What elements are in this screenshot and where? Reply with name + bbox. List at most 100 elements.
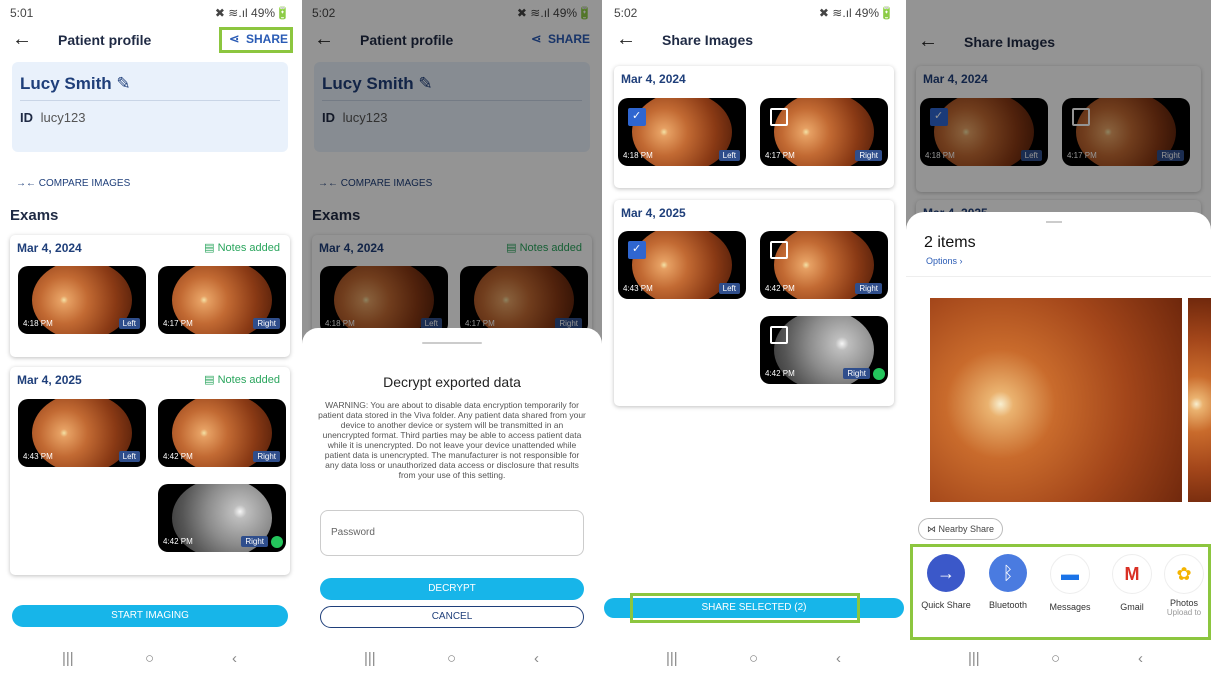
eye-label: Left <box>718 150 740 161</box>
status-icons: ✖ ≋.ıl 49%🔋 <box>214 6 290 20</box>
share-sheet: 2 items Options › ⋈ Nearby Share → Quick… <box>906 212 1211 676</box>
fundus-thumbnail[interactable]: 4:17 PM Right <box>158 266 286 334</box>
compare-arrows-icon: →← <box>16 178 36 189</box>
exam-card: Mar 4, 2024 ▤ Notes added 4:18 PM Left 4… <box>10 235 290 357</box>
status-time: 5:01 <box>10 6 34 20</box>
status-dot-icon <box>873 368 885 380</box>
share-button[interactable]: ⋖ SHARE <box>229 31 288 47</box>
patient-card: Lucy Smith ✎ ID lucy123 <box>12 62 288 152</box>
back-nav-icon[interactable]: ‹ <box>836 650 841 667</box>
status-icons: ✖ ≋.ıl 49%🔋 <box>818 6 894 20</box>
exams-heading: Exams <box>10 207 59 224</box>
image-time: 4:42 PM <box>163 452 193 461</box>
patient-name: Lucy Smith ✎ <box>20 74 131 94</box>
page-title: Patient profile <box>58 32 152 48</box>
notes-added-badge[interactable]: ▤ Notes added <box>204 373 280 386</box>
decrypt-bottom-sheet: Decrypt exported data WARNING: You are a… <box>302 328 602 676</box>
share-preview-image <box>1188 298 1211 502</box>
share-preview-image <box>930 298 1182 502</box>
messages-target[interactable]: ▬ Messages <box>1038 548 1102 612</box>
exam-date: Mar 4, 2024 <box>17 241 82 255</box>
page-title: Share Images <box>662 32 754 48</box>
patient-id-value: lucy123 <box>40 110 86 125</box>
fundus-thumbnail[interactable]: 4:43 PM Left <box>618 231 746 299</box>
fundus-thumbnail[interactable]: 4:42 PM Right <box>760 231 888 299</box>
share-label: SHARE <box>245 32 288 46</box>
app-label: Messages <box>1049 602 1091 612</box>
recent-apps-icon[interactable]: ||| <box>666 650 678 667</box>
messages-icon: ▬ <box>1050 554 1090 594</box>
android-share-sheet-screen: ← Share Images Mar 4, 2024 4:18 PM Left … <box>906 0 1211 676</box>
notes-added-badge[interactable]: ▤ Notes added <box>204 241 280 254</box>
share-options-link[interactable]: Options › <box>926 256 963 266</box>
fundus-thumbnail[interactable]: 4:42 PM Right <box>158 399 286 467</box>
fundus-thumbnail[interactable]: 4:43 PM Left <box>18 399 146 467</box>
divider <box>906 276 1211 277</box>
app-label: Quick Share <box>921 600 971 610</box>
cancel-button[interactable]: CANCEL <box>320 606 584 628</box>
home-icon[interactable]: ○ <box>1051 650 1060 667</box>
image-time: 4:43 PM <box>23 452 53 461</box>
back-arrow-icon[interactable]: ← <box>616 28 636 51</box>
app-label: Bluetooth <box>988 600 1028 610</box>
recent-apps-icon[interactable]: ||| <box>62 650 74 667</box>
back-arrow-icon[interactable]: ← <box>12 28 32 51</box>
gmail-icon: M <box>1112 554 1152 594</box>
start-imaging-button[interactable]: START IMAGING <box>12 605 288 627</box>
quick-share-target[interactable]: → Quick Share <box>914 548 978 610</box>
share-selected-button[interactable]: SHARE SELECTED (2) <box>604 598 904 618</box>
system-nav-bar: ||| ○ ‹ <box>906 650 1211 674</box>
image-time: 4:18 PM <box>623 151 653 160</box>
image-time: 4:42 PM <box>765 369 795 378</box>
share-images-screen: 5:02 ✖ ≋.ıl 49%🔋 ← Share Images Mar 4, 2… <box>604 0 904 676</box>
back-nav-icon[interactable]: ‹ <box>534 650 539 667</box>
status-time: 5:02 <box>614 6 638 20</box>
checkbox-checked[interactable] <box>628 241 646 259</box>
app-label: Photos <box>1169 598 1199 608</box>
fundus-thumbnail[interactable]: 4:42 PM Right <box>158 484 286 552</box>
system-nav-bar: ||| ○ ‹ <box>604 650 904 674</box>
system-nav-bar: ||| ○ ‹ <box>302 650 602 674</box>
bluetooth-target[interactable]: ᛒ Bluetooth <box>976 548 1040 610</box>
fundus-thumbnail[interactable]: 4:17 PM Right <box>760 98 888 166</box>
back-nav-icon[interactable]: ‹ <box>1138 650 1143 667</box>
eye-label: Right <box>855 150 882 161</box>
checkbox-unchecked[interactable] <box>770 241 788 259</box>
sheet-handle[interactable] <box>1046 221 1062 223</box>
checkbox-checked[interactable] <box>628 108 646 126</box>
exam-card: Mar 4, 2025 4:43 PM Left 4:42 PM Right 4… <box>614 200 894 406</box>
app-sublabel: Upload to <box>1166 608 1202 617</box>
eye-label: Right <box>843 368 870 379</box>
fundus-thumbnail[interactable]: 4:18 PM Left <box>618 98 746 166</box>
patient-id: ID lucy123 <box>20 110 85 125</box>
home-icon[interactable]: ○ <box>145 650 154 667</box>
status-dot-icon <box>271 536 283 548</box>
compare-images-link[interactable]: →← COMPARE IMAGES <box>16 178 130 189</box>
image-time: 4:43 PM <box>623 284 653 293</box>
nearby-share-chip[interactable]: ⋈ Nearby Share <box>918 518 1004 540</box>
home-icon[interactable]: ○ <box>749 650 758 667</box>
divider <box>20 100 280 101</box>
edit-pencil-icon[interactable]: ✎ <box>116 74 130 93</box>
recent-apps-icon[interactable]: ||| <box>364 650 376 667</box>
patient-id-label: ID <box>20 110 33 125</box>
image-time: 4:42 PM <box>163 537 193 546</box>
fundus-thumbnail[interactable]: 4:18 PM Left <box>18 266 146 334</box>
eye-label: Right <box>253 318 280 329</box>
sheet-handle[interactable] <box>422 342 482 344</box>
eye-label: Right <box>855 283 882 294</box>
patient-name-text: Lucy Smith <box>20 74 112 93</box>
image-time: 4:42 PM <box>765 284 795 293</box>
checkbox-unchecked[interactable] <box>770 108 788 126</box>
fundus-thumbnail[interactable]: 4:42 PM Right <box>760 316 888 384</box>
password-field[interactable]: Password <box>320 510 584 556</box>
exam-date: Mar 4, 2025 <box>17 373 82 387</box>
checkbox-unchecked[interactable] <box>770 326 788 344</box>
decrypt-button[interactable]: DECRYPT <box>320 578 584 600</box>
share-icon: ⋖ <box>228 31 240 46</box>
home-icon[interactable]: ○ <box>447 650 456 667</box>
image-time: 4:17 PM <box>163 319 193 328</box>
photos-target[interactable]: ✿ Photos Upload to <box>1152 548 1211 617</box>
back-nav-icon[interactable]: ‹ <box>232 650 237 667</box>
recent-apps-icon[interactable]: ||| <box>968 650 980 667</box>
